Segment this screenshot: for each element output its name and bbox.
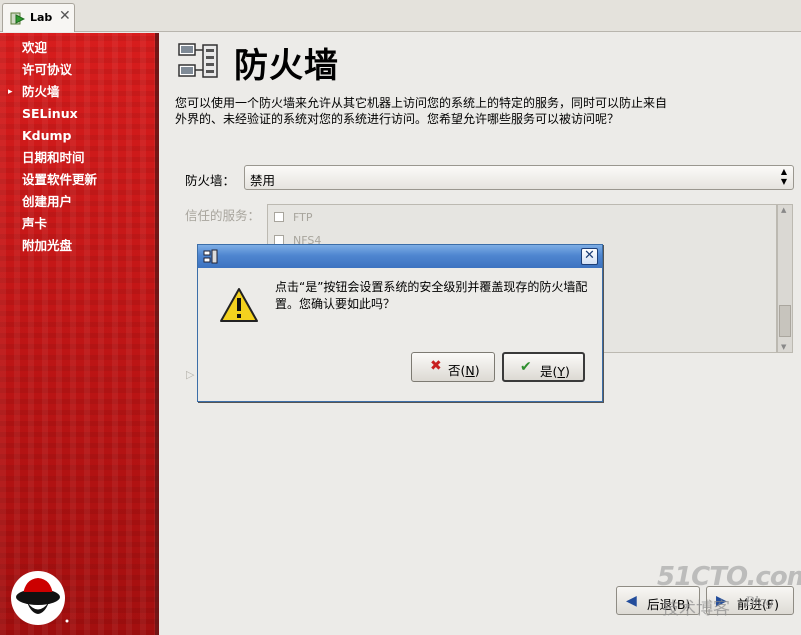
- yes-button-label: 是(Y): [540, 364, 570, 379]
- tab-lab[interactable]: Lab ✕: [2, 3, 75, 32]
- watermark-sub: 技术博客: [662, 599, 730, 619]
- sidebar-item-label: 许可协议: [22, 62, 73, 77]
- dialog-message: 点击“是”按钮会设置系统的安全级别并覆盖现存的防火墙配置。您确认要如此吗？: [275, 280, 588, 311]
- sidebar-item-sound-card: 声卡: [0, 213, 155, 235]
- tab-label: Lab: [30, 11, 53, 24]
- sidebar-item-label: 附加光盘: [22, 238, 73, 253]
- sidebar-item-label: 欢迎: [22, 40, 48, 55]
- current-step-arrow-icon: ▸: [8, 87, 13, 97]
- confirm-dialog: ✕ 点击“是”按钮会设置系统的安全级别并覆盖现存的防火墙配置。您确认要如此吗？ …: [197, 244, 603, 402]
- sidebar-item-create-user: 创建用户: [0, 191, 155, 213]
- service-name: FTP: [293, 211, 313, 224]
- vm-play-icon: [10, 12, 25, 25]
- trusted-services-label: 信任的服务：: [185, 208, 261, 223]
- sidebar-item-label: 设置软件更新: [22, 172, 98, 187]
- watermark-blog: Blog: [745, 594, 774, 610]
- redhat-shadowman-icon: [11, 571, 69, 625]
- sidebar-item-label: 日期和时间: [22, 150, 85, 165]
- firewall-select[interactable]: 禁用 ▲ ▼: [244, 165, 794, 190]
- sidebar-item-software-updates: 设置软件更新: [0, 169, 155, 191]
- services-scrollbar[interactable]: ▲ ▼: [777, 204, 793, 353]
- sidebar-item-datetime: 日期和时间: [0, 147, 155, 169]
- sidebar-steps: 欢迎 许可协议 ▸ 防火墙 SELinux Kdump 日期和时间 设置软件更新 …: [0, 37, 155, 257]
- sidebar-item-label: 声卡: [22, 216, 48, 231]
- checkmark-icon: ✔: [520, 359, 532, 375]
- sidebar-item-label: Kdump: [22, 128, 72, 143]
- other-ports-expander-icon[interactable]: ▷: [186, 368, 194, 381]
- firewall-icon: [178, 43, 218, 78]
- list-item[interactable]: FTP: [274, 211, 313, 227]
- scroll-up-icon[interactable]: ▲: [781, 206, 786, 214]
- select-updown-icon: ▲ ▼: [780, 167, 788, 186]
- dialog-app-icon: [203, 249, 218, 264]
- sidebar: 欢迎 许可协议 ▸ 防火墙 SELinux Kdump 日期和时间 设置软件更新 …: [0, 33, 159, 635]
- sidebar-item-welcome: 欢迎: [0, 37, 155, 59]
- sidebar-item-selinux: SELinux: [0, 103, 155, 125]
- page-title: 防火墙: [234, 46, 339, 86]
- sidebar-item-label: 防火墙: [22, 84, 60, 99]
- watermark-site: 51CTO.com: [657, 562, 801, 592]
- sidebar-edge: [155, 33, 159, 635]
- firewall-select-value: 禁用: [250, 173, 276, 188]
- scroll-down-icon[interactable]: ▼: [781, 343, 786, 351]
- sidebar-item-firewall: ▸ 防火墙: [0, 81, 155, 103]
- sidebar-item-license: 许可协议: [0, 59, 155, 81]
- arrow-left-icon: ◀: [626, 593, 637, 609]
- no-button[interactable]: ✖ 否(N): [411, 352, 495, 382]
- sidebar-item-label: SELinux: [22, 106, 78, 121]
- firewall-label: 防火墙：: [185, 173, 236, 188]
- dialog-titlebar[interactable]: ✕: [198, 245, 602, 268]
- no-button-label: 否(N): [448, 363, 480, 378]
- scrollbar-thumb[interactable]: [779, 305, 791, 337]
- warning-icon: [220, 288, 258, 322]
- yes-button[interactable]: ✔ 是(Y): [502, 352, 585, 382]
- sidebar-item-label: 创建用户: [22, 194, 73, 209]
- cancel-x-icon: ✖: [430, 358, 442, 374]
- tab-strip: Lab ✕: [0, 0, 801, 32]
- tab-close-icon[interactable]: ✕: [59, 8, 71, 24]
- sidebar-item-additional-cds: 附加光盘: [0, 235, 155, 257]
- dialog-close-icon[interactable]: ✕: [581, 248, 598, 265]
- sidebar-item-kdump: Kdump: [0, 125, 155, 147]
- page-description: 您可以使用一个防火墙来允许从其它机器上访问您的系统上的特定的服务，同时可以防止来…: [175, 96, 668, 126]
- service-checkbox[interactable]: [274, 212, 284, 222]
